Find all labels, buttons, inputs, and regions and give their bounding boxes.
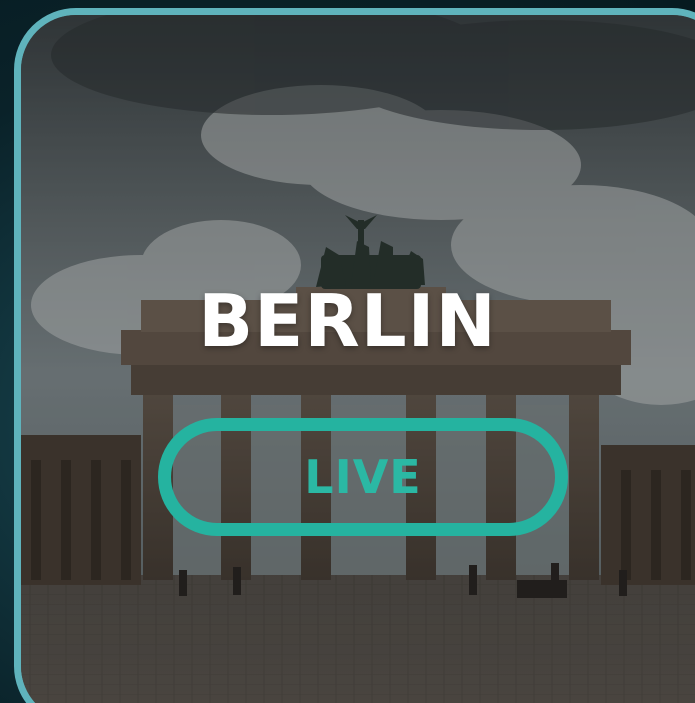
live-button-label: LIVE: [304, 450, 422, 504]
live-button[interactable]: LIVE: [158, 418, 568, 536]
city-title: BERLIN: [198, 279, 497, 363]
app-screen: BERLIN LIVE: [0, 0, 695, 703]
